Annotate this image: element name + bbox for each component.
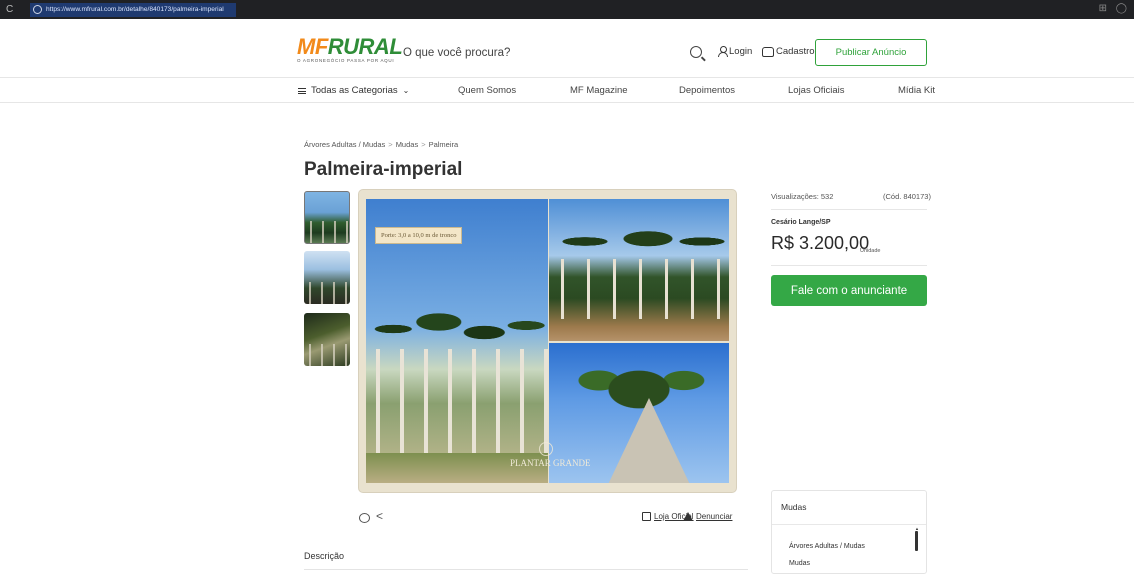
reload-icon[interactable]: C xyxy=(6,4,18,15)
site-info-icon[interactable] xyxy=(33,5,42,14)
main-nav: Todas as Categorias ⌄ Quem Somos MF Maga… xyxy=(0,77,1134,103)
cadastro-label: Cadastro xyxy=(776,46,815,57)
breadcrumb-separator: > xyxy=(388,140,393,149)
divider xyxy=(771,265,927,266)
thumbnail-2[interactable] xyxy=(304,251,350,304)
all-categories-label: Todas as Categorias xyxy=(311,85,398,96)
site-header: MFRURAL O AGRONEGÓCIO PASSA POR AQUI O q… xyxy=(0,19,1134,77)
price-unit: Unidade xyxy=(860,248,881,254)
nav-quem-somos[interactable]: Quem Somos xyxy=(458,85,516,96)
views-count: Visualizações: 532 xyxy=(771,192,834,201)
thumbnail-3[interactable] xyxy=(304,313,350,366)
logo-tagline: O AGRONEGÓCIO PASSA POR AQUI xyxy=(297,58,395,63)
publish-ad-button[interactable]: Publicar Anúncio xyxy=(815,39,927,66)
category-box: Mudas Árvores Adultas / Mudas Mudas ▲ xyxy=(771,490,927,574)
photo-palm-row xyxy=(549,199,729,341)
location: Cesário Lange/SP xyxy=(771,219,831,226)
user-icon xyxy=(718,46,728,57)
logo-rural: RURAL xyxy=(327,34,403,59)
logo-mf: MF xyxy=(297,34,328,59)
description-heading: Descrição xyxy=(304,551,345,561)
breadcrumb-item[interactable]: Mudas xyxy=(396,140,419,149)
divider xyxy=(772,524,926,525)
nav-midia-kit[interactable]: Mídia Kit xyxy=(898,85,935,96)
breadcrumb-item[interactable]: Palmeira xyxy=(429,140,459,149)
site-logo[interactable]: MFRURAL O AGRONEGÓCIO PASSA POR AQUI xyxy=(297,34,403,64)
denunciar-link[interactable]: Denunciar xyxy=(683,512,732,521)
main-product-image[interactable]: Porte: 3,0 a 10,0 m de tronco PLANTAR GR… xyxy=(359,190,736,492)
search-icon[interactable] xyxy=(690,46,702,58)
denunciar-label: Denunciar xyxy=(696,512,733,521)
browser-toolbar: C https://www.mfrural.com.br/detalhe/840… xyxy=(0,0,1134,19)
image-caption: Porte: 3,0 a 10,0 m de tronco xyxy=(375,227,463,244)
breadcrumb: Árvores Adultas / Mudas > Mudas > Palmeira xyxy=(304,140,458,149)
url-text[interactable]: https://www.mfrural.com.br/detalhe/84017… xyxy=(46,6,224,13)
image-watermark-text: PLANTAR GRANDE xyxy=(510,458,591,468)
nav-lojas-oficiais[interactable]: Lojas Oficiais xyxy=(788,85,845,96)
product-code: (Cód. 840173) xyxy=(883,192,931,201)
search-placeholder: O que você procura? xyxy=(403,47,511,59)
cadastro-link[interactable]: Cadastro xyxy=(762,46,815,57)
register-icon xyxy=(762,46,774,57)
scrollbar[interactable] xyxy=(915,531,918,551)
breadcrumb-separator: > xyxy=(421,140,426,149)
category-box-title: Mudas xyxy=(781,502,807,512)
price: R$ 3.200,00 xyxy=(771,233,870,253)
menu-icon xyxy=(298,87,306,94)
comment-icon[interactable] xyxy=(359,513,370,523)
divider xyxy=(304,569,748,570)
search-input[interactable]: O que você procura? xyxy=(398,38,708,68)
nav-mf-magazine[interactable]: MF Magazine xyxy=(570,85,628,96)
share-icon[interactable]: < xyxy=(376,509,383,523)
all-categories-menu[interactable]: Todas as Categorias ⌄ xyxy=(298,85,409,96)
nav-depoimentos[interactable]: Depoimentos xyxy=(679,85,735,96)
breadcrumb-item[interactable]: Árvores Adultas / Mudas xyxy=(304,140,385,149)
login-label: Login xyxy=(729,46,753,57)
extensions-icon[interactable]: ⊞ ◯ xyxy=(1099,3,1130,14)
contact-seller-button[interactable]: Fale com o anunciante xyxy=(771,275,927,306)
login-link[interactable]: Login xyxy=(718,46,752,57)
address-bar[interactable]: https://www.mfrural.com.br/detalhe/84017… xyxy=(30,2,236,17)
category-item[interactable]: Árvores Adultas / Mudas xyxy=(789,543,865,550)
chevron-down-icon: ⌄ xyxy=(402,86,410,95)
plantar-grande-logo-icon xyxy=(539,442,553,456)
warning-icon xyxy=(683,512,693,521)
category-item[interactable]: Mudas xyxy=(789,560,810,567)
divider xyxy=(771,209,927,210)
thumbnail-1[interactable] xyxy=(304,191,350,244)
photo-palm-grove: Porte: 3,0 a 10,0 m de tronco xyxy=(366,199,548,483)
store-icon xyxy=(642,512,651,521)
page-title: Palmeira-imperial xyxy=(304,159,463,180)
